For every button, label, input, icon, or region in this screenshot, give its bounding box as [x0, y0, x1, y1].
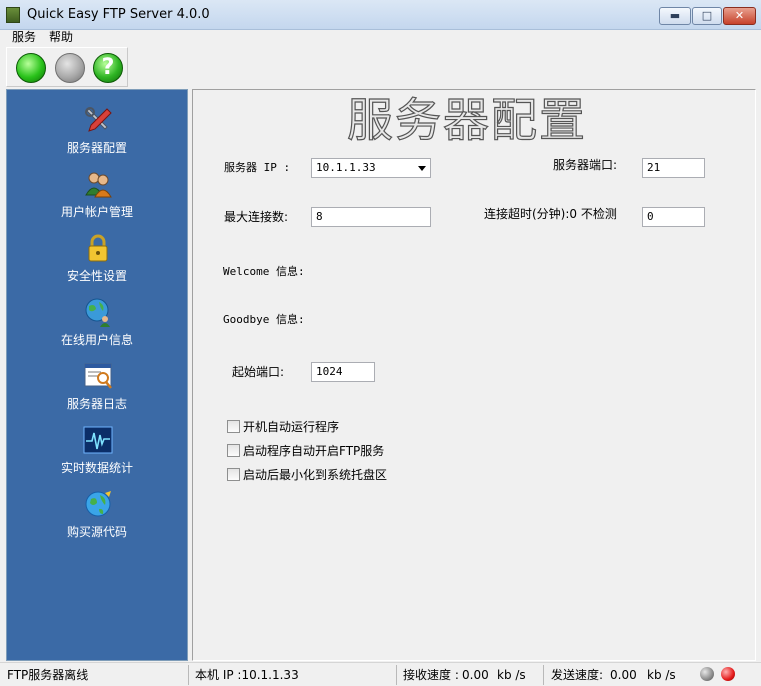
send-speed-unit: kb /s [647, 668, 676, 682]
goodbye-label: Goodbye 信息: [223, 313, 305, 326]
sidebar-item-label: 在线用户信息 [60, 333, 133, 347]
menu-help[interactable]: 帮助 [49, 30, 73, 44]
grey-status-icon [700, 667, 714, 681]
lock-icon [88, 234, 108, 262]
local-ip: 本机 IP :10.1.1.33 [195, 668, 299, 682]
users-icon [85, 172, 112, 198]
max-connections-field[interactable]: 8 [311, 207, 431, 227]
start-server-button[interactable] [16, 53, 46, 83]
recv-speed-label: 接收速度 : [403, 668, 459, 682]
server-ip-select[interactable]: 10.1.1.33 [311, 158, 431, 178]
sidebar-item-realtime-stats[interactable]: 实时数据统计 [7, 425, 187, 487]
stats-icon [83, 426, 113, 454]
sidebar-item-server-config[interactable]: 服务器配置 [7, 105, 187, 167]
sidebar-item-label: 用户帐户管理 [60, 205, 133, 219]
status-bar: FTP服务器离线 本机 IP :10.1.1.33 接收速度 : 0.00 kb… [0, 662, 761, 686]
send-speed-value: 0.00 [610, 668, 637, 682]
server-config-panel: 服务器配置 服务器 IP : 10.1.1.33 服务器端口: 21 最大连接数… [192, 89, 756, 661]
red-status-icon [721, 667, 735, 681]
close-button[interactable]: ✕ [723, 7, 756, 25]
auto-ftp-label: 启动程序自动开启FTP服务 [243, 444, 385, 458]
start-port-label: 起始端口: [232, 365, 285, 379]
sidebar: 服务器配置 用户帐户管理 安全性设置 在线用户信息 服务器日志 实时数据统计 购… [6, 89, 188, 661]
tools-icon [85, 107, 112, 132]
sidebar-item-label: 服务器日志 [66, 397, 127, 411]
send-speed-label: 发送速度: [551, 668, 604, 682]
auto-ftp-checkbox[interactable] [227, 444, 240, 457]
sidebar-item-label: 实时数据统计 [60, 461, 133, 475]
sidebar-item-security[interactable]: 安全性设置 [7, 233, 187, 295]
minimize-tray-checkbox[interactable] [227, 468, 240, 481]
sidebar-item-label: 购买源代码 [66, 525, 127, 539]
window-title: Quick Easy FTP Server 4.0.0 [27, 7, 210, 22]
sidebar-item-server-log[interactable]: 服务器日志 [7, 361, 187, 423]
recv-speed-unit: kb /s [497, 668, 526, 682]
toolbar: ? [6, 47, 128, 87]
stop-server-button[interactable] [55, 53, 85, 83]
sidebar-item-label: 安全性设置 [66, 269, 127, 283]
start-port-field[interactable]: 1024 [311, 362, 375, 382]
sidebar-item-user-accounts[interactable]: 用户帐户管理 [7, 169, 187, 231]
server-ip-label: 服务器 IP : [224, 161, 291, 174]
recv-speed-value: 0.00 [462, 668, 489, 682]
log-icon [84, 363, 112, 389]
server-status: FTP服务器离线 [7, 668, 89, 682]
menu-bar: 服务 帮助 [0, 30, 761, 46]
autostart-checkbox[interactable] [227, 420, 240, 433]
server-port-field[interactable]: 21 [642, 158, 705, 178]
welcome-label: Welcome 信息: [223, 265, 305, 278]
status-divider [188, 665, 189, 685]
timeout-label: 连接超时(分钟):0 不检测 [484, 207, 617, 221]
max-connections-label: 最大连接数: [224, 210, 289, 224]
title-bar: Quick Easy FTP Server 4.0.0 ▬ □ ✕ [0, 0, 761, 30]
globe-icon [85, 491, 111, 517]
chevron-down-icon [418, 166, 426, 171]
app-icon [6, 7, 20, 23]
sidebar-item-online-users[interactable]: 在线用户信息 [7, 297, 187, 359]
menu-service[interactable]: 服务 [12, 30, 36, 44]
help-icon[interactable]: ? [93, 53, 123, 83]
minimize-button[interactable]: ▬ [659, 7, 691, 25]
status-divider [543, 665, 544, 685]
globe-users-icon [85, 298, 110, 327]
server-ip-value: 10.1.1.33 [316, 161, 376, 174]
sidebar-item-buy-source[interactable]: 购买源代码 [7, 489, 187, 551]
autostart-label: 开机自动运行程序 [243, 420, 340, 434]
status-divider [396, 665, 397, 685]
page-title: 服务器配置 [346, 92, 587, 147]
maximize-button[interactable]: □ [692, 7, 722, 25]
server-port-label: 服务器端口: [553, 158, 618, 172]
minimize-tray-label: 启动后最小化到系统托盘区 [243, 468, 388, 482]
sidebar-item-label: 服务器配置 [66, 141, 127, 155]
timeout-field[interactable]: 0 [642, 207, 705, 227]
